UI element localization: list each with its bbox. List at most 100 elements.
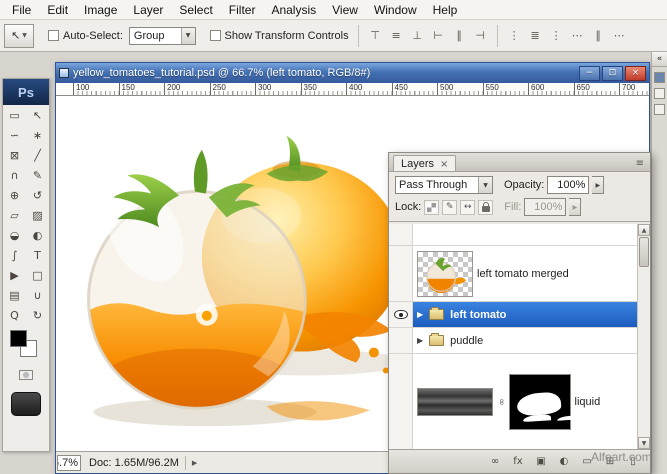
layer-row-left-tomato[interactable]: ▶ left tomato [389, 302, 637, 328]
minimize-button[interactable]: − [579, 66, 600, 81]
align-right-edges-icon[interactable]: ⊣ [471, 26, 490, 45]
lasso-tool[interactable]: ∽ [3, 125, 26, 145]
layer-thumbnail[interactable] [417, 251, 473, 297]
link-layers-icon[interactable]: ∞ [488, 454, 502, 470]
menu-item[interactable]: View [324, 1, 366, 19]
blend-mode-dropdown[interactable]: Pass Through ▼ [395, 176, 493, 194]
align-vertical-centers-icon[interactable]: ≡ [387, 26, 406, 45]
visibility-gutter[interactable] [389, 246, 413, 301]
layer-row-puddle[interactable]: ▶ puddle [389, 328, 637, 354]
document-titlebar[interactable]: yellow_tomatoes_tutorial.psd @ 66.7% (le… [56, 63, 649, 83]
gradient-tool[interactable]: ▨ [26, 205, 49, 225]
magic-wand-tool[interactable]: ∗ [26, 125, 49, 145]
foreground-color-swatch[interactable] [10, 330, 27, 347]
eraser-tool[interactable]: ▱ [3, 205, 26, 225]
distribute-left-edges-icon[interactable]: ⋯ [568, 26, 587, 45]
blur-tool[interactable]: ◒ [3, 225, 26, 245]
lock-position-icon[interactable]: ↔ [460, 200, 475, 215]
scroll-up-icon[interactable]: ▲ [638, 224, 650, 236]
fill-slider-arrow-icon[interactable]: ▶ [569, 198, 581, 216]
lock-pixels-icon[interactable]: ✎ [442, 200, 457, 215]
clone-stamp-tool[interactable]: ⊕ [3, 185, 26, 205]
type-tool[interactable]: T [26, 245, 49, 265]
rotate-view-tool[interactable]: ↻ [26, 305, 49, 325]
visibility-toggle[interactable] [389, 302, 413, 327]
layer-style-icon[interactable]: fx [511, 454, 525, 470]
notes-tool[interactable]: ▤ [3, 285, 26, 305]
panel-menu-icon[interactable]: ≡ [634, 158, 646, 171]
eyedropper-tool[interactable]: ╱ [26, 145, 49, 165]
close-button[interactable]: × [625, 66, 646, 81]
docked-panel-icon[interactable] [654, 72, 665, 83]
mask-link-icon[interactable]: ∞ [496, 398, 506, 406]
layer-mask-thumbnail[interactable] [509, 374, 571, 430]
visibility-gutter[interactable] [389, 354, 413, 449]
layers-scrollbar[interactable]: ▲ ▼ [637, 224, 650, 449]
layer-row-liquid[interactable]: ∞ liquid [389, 354, 637, 449]
close-icon[interactable]: × [440, 159, 448, 170]
active-tool-preset-button[interactable]: ↖ ▼ [4, 24, 34, 48]
add-layer-mask-icon[interactable]: ▣ [534, 454, 548, 470]
quick-mask-button[interactable] [3, 365, 49, 385]
ruler-tick: 350 [301, 83, 347, 96]
scroll-thumb[interactable] [639, 237, 649, 267]
lock-transparency-icon[interactable] [424, 200, 439, 215]
opacity-slider-arrow-icon[interactable]: ▶ [592, 176, 604, 194]
layers-panel-header[interactable]: Layers × ≡ [389, 153, 650, 172]
expand-dock-chevrons-icon[interactable]: « [652, 52, 667, 67]
menu-item[interactable]: Window [366, 1, 425, 19]
menu-item[interactable]: File [4, 1, 39, 19]
hand-tool[interactable]: ∪ [26, 285, 49, 305]
align-bottom-edges-icon[interactable]: ⊥ [408, 26, 427, 45]
restore-button[interactable]: ⊡ [602, 66, 623, 81]
screen-mode-button[interactable] [11, 392, 41, 416]
crop-tool[interactable]: ⊠ [3, 145, 26, 165]
visibility-gutter[interactable] [389, 328, 413, 353]
adjustment-layer-icon[interactable]: ◐ [557, 454, 571, 470]
history-brush-tool[interactable]: ↺ [26, 185, 49, 205]
auto-select-checkbox[interactable] [48, 30, 59, 41]
doc-size-label: Doc: 1.65M/96.2M [89, 457, 179, 469]
expand-triangle-icon[interactable]: ▶ [417, 336, 423, 345]
docked-panel-icon[interactable] [654, 104, 665, 115]
distribute-top-edges-icon[interactable]: ⋮ [505, 26, 524, 45]
auto-select-scope-dropdown[interactable]: Group ▼ [129, 27, 196, 45]
dodge-tool[interactable]: ◐ [26, 225, 49, 245]
brush-tool[interactable]: ✎ [26, 165, 49, 185]
distribute-vertical-centers-icon[interactable]: ≣ [526, 26, 545, 45]
status-menu-arrow-icon[interactable]: ▶ [192, 459, 197, 467]
path-selection-tool[interactable]: ▶ [3, 265, 26, 285]
zoom-tool[interactable]: Q [3, 305, 26, 325]
expand-triangle-icon[interactable]: ▶ [417, 310, 423, 319]
tomato-thumbnail-art [418, 252, 472, 296]
menu-item[interactable]: Select [171, 1, 220, 19]
distribute-bottom-edges-icon[interactable]: ⋮ [547, 26, 566, 45]
scroll-down-icon[interactable]: ▼ [638, 437, 650, 449]
align-left-edges-icon[interactable]: ⊢ [429, 26, 448, 45]
tab-layers[interactable]: Layers × [393, 155, 456, 171]
layer-thumbnail[interactable] [417, 388, 493, 416]
pen-tool[interactable]: ∫ [3, 245, 26, 265]
layer-row-left-tomato-merged[interactable]: left tomato merged [389, 246, 637, 302]
menu-item[interactable]: Layer [125, 1, 171, 19]
visibility-gutter[interactable] [389, 224, 413, 245]
distribute-right-edges-icon[interactable]: ⋯ [610, 26, 629, 45]
menu-item[interactable]: Image [76, 1, 125, 19]
menu-item[interactable]: Filter [221, 1, 264, 19]
align-horizontal-centers-icon[interactable]: ∥ [450, 26, 469, 45]
menu-item[interactable]: Analysis [263, 1, 324, 19]
rectangular-marquee-tool[interactable]: ▭ [3, 105, 26, 125]
fill-field[interactable]: 100% [524, 198, 566, 216]
align-top-edges-icon[interactable]: ⊤ [366, 26, 385, 45]
healing-brush-tool[interactable]: ∩ [3, 165, 26, 185]
move-tool[interactable]: ↖ [26, 105, 49, 125]
shape-tool[interactable]: □ [26, 265, 49, 285]
opacity-field[interactable]: 100% [547, 176, 589, 194]
menu-item[interactable]: Help [425, 1, 466, 19]
lock-all-icon[interactable] [478, 200, 493, 215]
show-transform-controls-checkbox[interactable] [210, 30, 221, 41]
zoom-field[interactable]: 66.7% [57, 455, 81, 471]
docked-panel-icon[interactable] [654, 88, 665, 99]
distribute-horizontal-centers-icon[interactable]: ∥ [589, 26, 608, 45]
menu-item[interactable]: Edit [39, 1, 76, 19]
